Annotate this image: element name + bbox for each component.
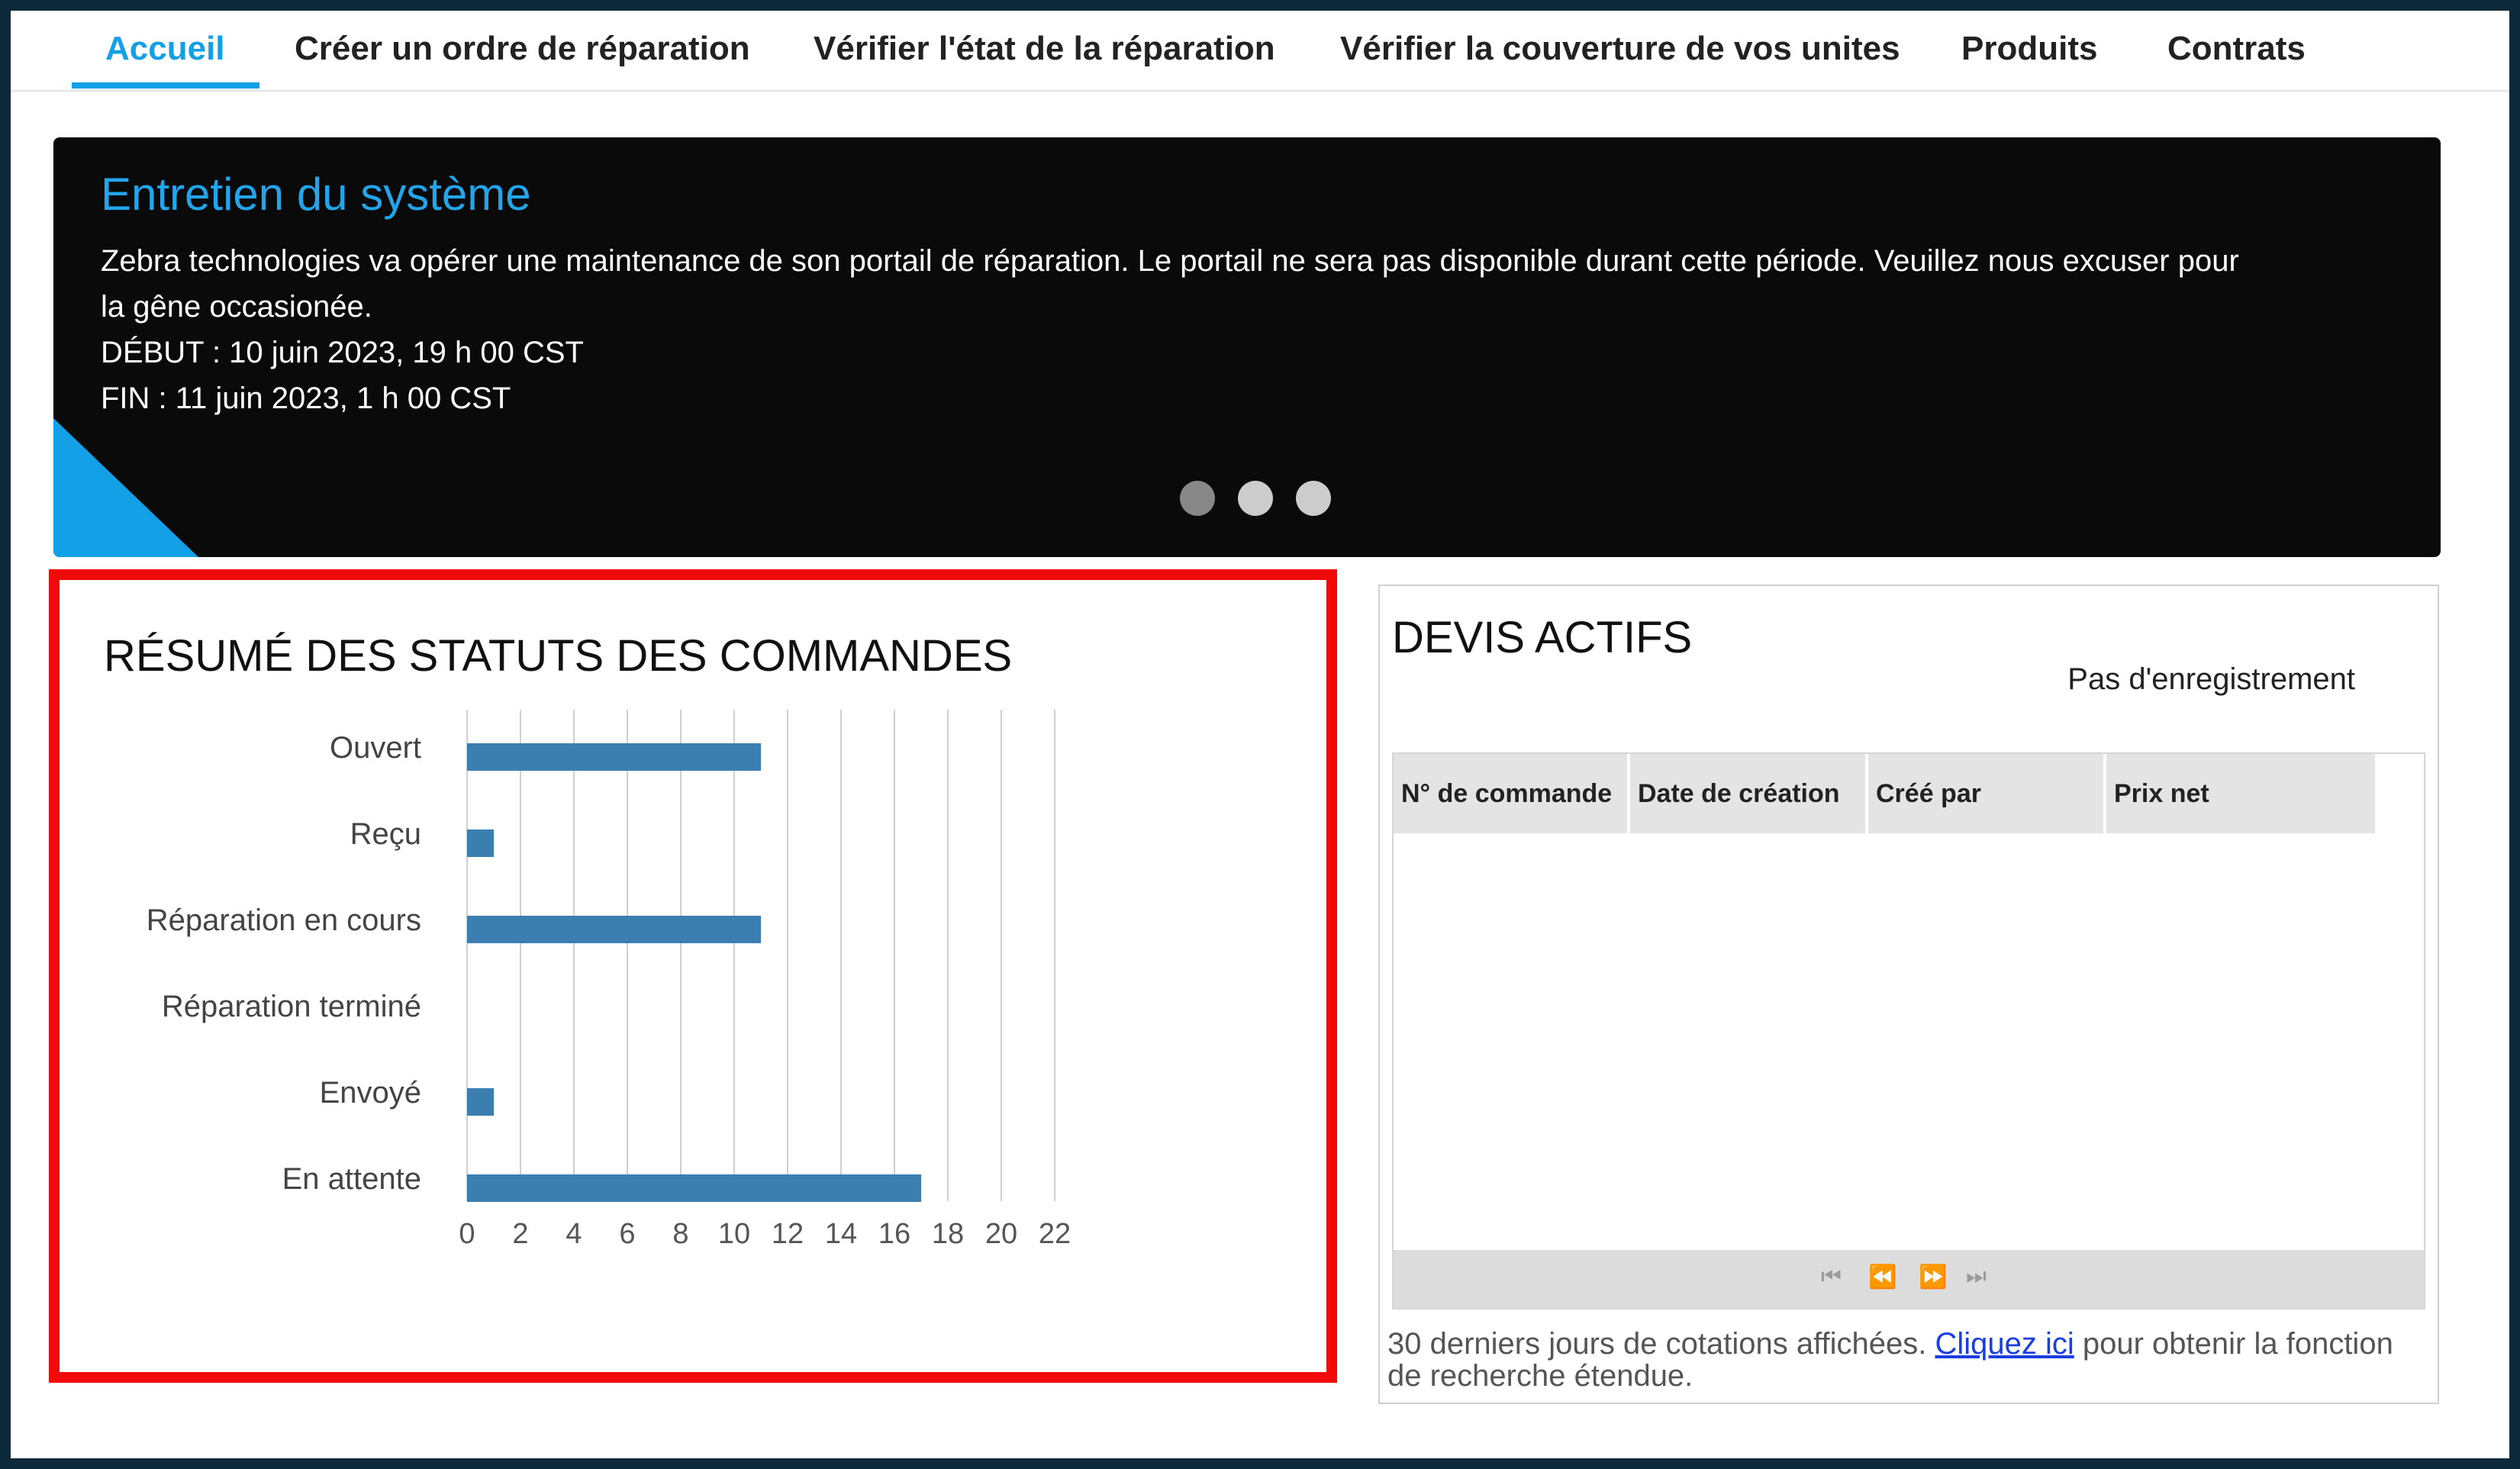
- category-label: Ouvert: [329, 731, 421, 765]
- last-page-icon[interactable]: ⏭: [1966, 1264, 1987, 1290]
- quotes-footnote: 30 derniers jours de cotations affichées…: [1387, 1328, 2425, 1392]
- carousel-dot-2[interactable]: [1238, 481, 1273, 516]
- category-label: Réparation terminé: [161, 990, 421, 1023]
- chart-gridline: [520, 710, 521, 1201]
- status-bar[interactable]: [467, 1174, 921, 1202]
- active-tab-underline: [72, 82, 259, 89]
- no-record-message: Pas d'enregistrement: [2067, 662, 2355, 696]
- chart-gridline: [627, 710, 628, 1201]
- extended-search-link[interactable]: Cliquez ici: [1935, 1327, 2074, 1361]
- category-label: Envoyé: [319, 1076, 421, 1110]
- tab-contrats[interactable]: Contrats: [2167, 27, 2306, 70]
- next-page-icon[interactable]: ⏩: [1919, 1264, 1947, 1290]
- chart-gridline: [1001, 710, 1002, 1201]
- x-tick-label: 10: [717, 1218, 751, 1250]
- carousel-dot-1[interactable]: [1180, 481, 1215, 516]
- status-bar[interactable]: [467, 743, 761, 771]
- category-label: Réparation en cours: [146, 904, 421, 937]
- x-tick-label: 20: [984, 1218, 1018, 1250]
- chart-gridline: [466, 710, 468, 1201]
- category-label: Reçu: [350, 817, 421, 851]
- x-tick-label: 4: [566, 1218, 582, 1250]
- x-tick-label: 14: [824, 1218, 858, 1250]
- x-tick-label: 0: [459, 1218, 475, 1250]
- column-created-by[interactable]: Créé par: [1868, 754, 2106, 833]
- order-status-bar-chart: 0 2 4 6 8 10 12 14 16 18 20 22 Ouvert Reçu Réparation …: [60, 580, 1326, 1372]
- chart-gridline: [733, 710, 735, 1201]
- status-bar[interactable]: [467, 916, 761, 943]
- column-order-number[interactable]: N° de commande: [1394, 754, 1630, 833]
- maintenance-banner: Entretien du système Zebra technologies …: [53, 137, 2441, 557]
- active-quotes-panel: DEVIS ACTIFS Pas d'enregistrement N° de …: [1378, 585, 2439, 1404]
- banner-text-line-2: la gêne occasionée.: [101, 290, 372, 324]
- tab-produits[interactable]: Produits: [1961, 27, 2097, 70]
- x-tick-label: 12: [771, 1218, 804, 1250]
- column-net-price[interactable]: Prix net: [2106, 754, 2378, 833]
- x-tick-label: 18: [931, 1218, 965, 1250]
- carousel-dot-3[interactable]: [1296, 481, 1331, 516]
- chart-gridline: [840, 710, 842, 1201]
- x-tick-label: 2: [512, 1218, 529, 1250]
- tab-accueil[interactable]: Accueil: [105, 27, 225, 70]
- column-creation-date[interactable]: Date de création: [1630, 754, 1868, 833]
- tab-verifier-couverture[interactable]: Vérifier la couverture de vos unites: [1340, 27, 1900, 70]
- chart-gridline: [947, 710, 949, 1201]
- quotes-grid-pager: ⏮ ⏪ ⏩ ⏭: [1394, 1250, 2424, 1308]
- banner-end-date: FIN : 11 juin 2023, 1 h 00 CST: [101, 382, 511, 415]
- quotes-grid: N° de commande Date de création Créé par…: [1392, 752, 2425, 1310]
- chart-gridline: [1054, 710, 1055, 1201]
- x-tick-label: 22: [1038, 1218, 1071, 1250]
- tab-verifier-etat[interactable]: Vérifier l'état de la réparation: [814, 27, 1275, 70]
- order-status-summary-panel: RÉSUMÉ DES STATUTS DES COMMANDES 0 2 4 6 8 10…: [49, 569, 1337, 1383]
- chart-gridline: [787, 710, 788, 1201]
- x-tick-label: 16: [878, 1218, 911, 1250]
- top-nav: Accueil Créer un ordre de réparation Vér…: [11, 11, 2509, 92]
- status-bar[interactable]: [467, 1088, 494, 1116]
- x-tick-label: 8: [672, 1218, 689, 1250]
- prev-page-icon[interactable]: ⏪: [1868, 1264, 1896, 1290]
- tab-creer-ordre[interactable]: Créer un ordre de réparation: [295, 27, 750, 70]
- chart-gridline: [894, 710, 895, 1201]
- x-tick-label: 6: [619, 1218, 636, 1250]
- banner-start-date: DÉBUT : 10 juin 2023, 19 h 00 CST: [101, 336, 584, 369]
- chart-gridline: [680, 710, 682, 1201]
- active-quotes-title: DEVIS ACTIFS: [1392, 613, 1693, 662]
- banner-title: Entretien du système: [101, 169, 531, 220]
- footnote-text-before: 30 derniers jours de cotations affichées…: [1387, 1327, 1935, 1361]
- banner-text-line-1: Zebra technologies va opérer une mainten…: [101, 244, 2239, 278]
- banner-corner-triangle: [53, 418, 198, 557]
- page-frame: Accueil Créer un ordre de réparation Vér…: [11, 11, 2509, 1458]
- quotes-grid-header: N° de commande Date de création Créé par…: [1394, 754, 2378, 833]
- category-label: En attente: [282, 1162, 421, 1196]
- status-bar[interactable]: [467, 830, 494, 857]
- chart-gridline: [573, 710, 575, 1201]
- first-page-icon[interactable]: ⏮: [1821, 1264, 1842, 1290]
